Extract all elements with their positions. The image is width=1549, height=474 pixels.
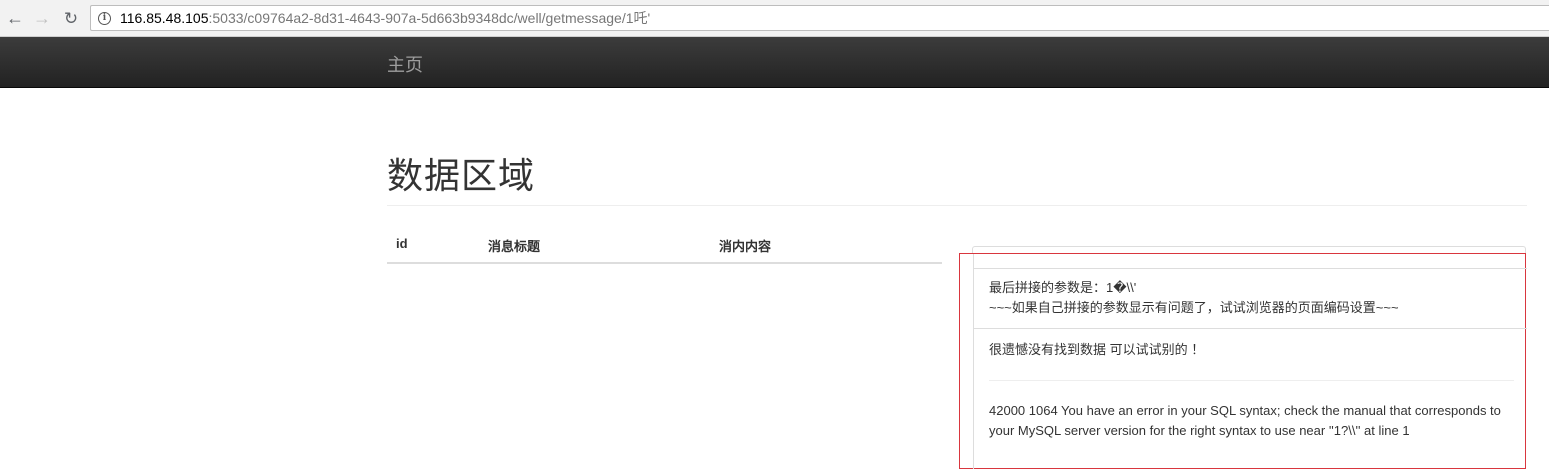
reload-icon: ↻ <box>63 8 79 28</box>
url-path: :5033/c09764a2-8d31-4643-907a-5d663b9348… <box>208 10 651 26</box>
back-button[interactable]: ← <box>4 7 26 29</box>
page-title: 数据区域 <box>387 156 536 197</box>
app-navbar: 主页 <box>0 37 1549 88</box>
encoding-hint: ~~~如果自己拼接的参数显示有问题了，试试浏览器的页面编码设置~~~ <box>989 300 1399 315</box>
message-divider <box>989 380 1514 381</box>
message-panel-body: 最后拼接的参数是：1�\\' ~~~如果自己拼接的参数显示有问题了，试试浏览器的… <box>973 254 1527 469</box>
address-bar[interactable]: i 116.85.48.105:5033/c09764a2-8d31-4643-… <box>90 5 1549 31</box>
param-text: 最后拼接的参数是：1�\\' <box>989 280 1137 295</box>
panel-divider <box>974 328 1527 329</box>
reload-button[interactable]: ↻ <box>60 7 82 29</box>
column-header-id: id <box>396 236 408 251</box>
arrow-right-icon: → <box>33 8 51 28</box>
data-table-header: id 消息标题 消内内容 <box>387 226 942 264</box>
column-header-content: 消内内容 <box>719 239 772 254</box>
message-panel: 最后拼接的参数是：1�\\' ~~~如果自己拼接的参数显示有问题了，试试浏览器的… <box>959 253 1527 469</box>
info-icon[interactable]: i <box>98 11 111 25</box>
arrow-left-icon: ← <box>6 8 24 28</box>
url-text: 116.85.48.105:5033/c09764a2-8d31-4643-90… <box>120 8 650 28</box>
header-divider <box>387 205 1527 206</box>
panel-divider <box>974 268 1527 269</box>
browser-toolbar: ← → ↻ i 116.85.48.105:5033/c09764a2-8d31… <box>0 0 1549 37</box>
column-header-title: 消息标题 <box>488 239 541 254</box>
forward-button[interactable]: → <box>31 7 53 29</box>
home-link[interactable]: 主页 <box>387 51 423 77</box>
no-data-message: 很遗憾没有找到数据 可以试试别的 ！ <box>989 342 1205 357</box>
url-host: 116.85.48.105 <box>120 10 209 26</box>
sql-error-message: 42000 1064 You have an error in your SQL… <box>989 403 1501 438</box>
